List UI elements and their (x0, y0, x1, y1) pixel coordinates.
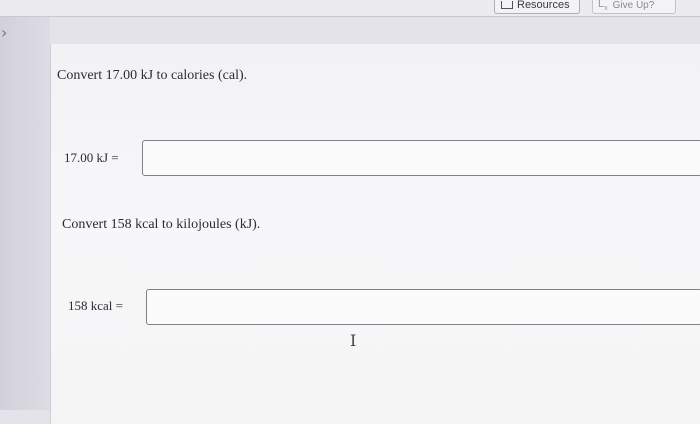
resources-label: Resources (517, 0, 570, 11)
question-1-prompt: Convert 17.00 kJ to calories (cal). (57, 68, 248, 83)
chevron-right-icon[interactable]: › (1, 25, 7, 41)
question-1-answer-input[interactable] (142, 140, 700, 176)
give-up-button[interactable]: Lx Give Up? (592, 0, 676, 14)
top-toolbar: Resources Lx Give Up? (0, 0, 700, 17)
resources-icon (501, 1, 513, 9)
resources-button[interactable]: Resources (494, 0, 580, 14)
left-rail (0, 17, 50, 410)
question-2-answer-input[interactable] (146, 289, 700, 325)
question-2-prompt: Convert 158 kcal to kilojoules (kJ). (62, 217, 261, 232)
question-1-input-label: 17.00 kJ = (64, 150, 119, 165)
give-up-label: Give Up? (612, 0, 655, 11)
question-2-input-label: 158 kcal = (68, 298, 123, 313)
text-cursor-icon: I (350, 331, 357, 350)
hint-icon: Lx (598, 0, 608, 13)
question-panel (50, 44, 700, 424)
